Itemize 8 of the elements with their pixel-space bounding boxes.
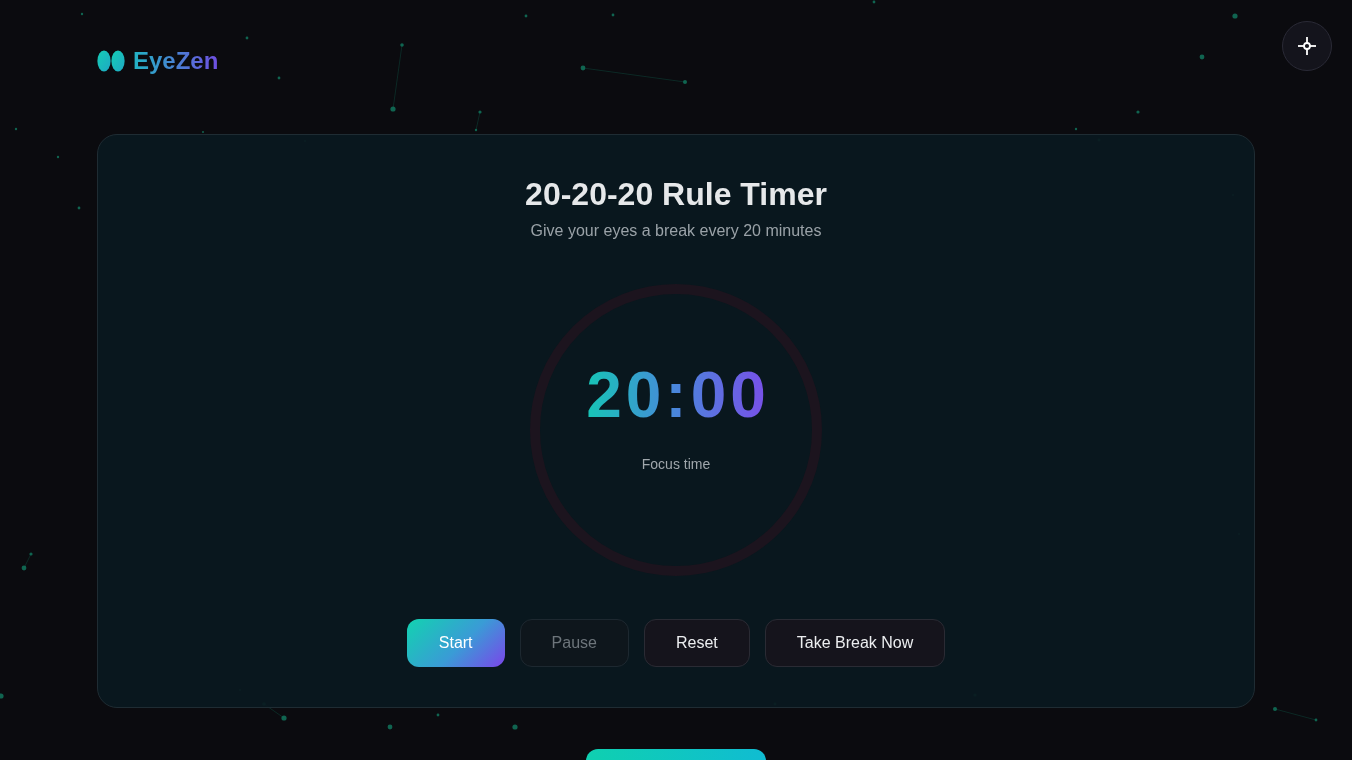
action-button[interactable]: Reset xyxy=(643,619,750,667)
action-button[interactable]: Take Break Now xyxy=(764,619,946,667)
phase-label: Focus time xyxy=(641,456,711,473)
timer-subtitle: Give your eyes a break every 20 minutes xyxy=(530,221,822,240)
theme-toggle-button[interactable] xyxy=(1282,21,1332,71)
crosshair-icon xyxy=(1298,37,1316,55)
timer-title: 20-20-20 Rule Timer xyxy=(525,175,827,213)
logo-icon xyxy=(97,49,125,72)
